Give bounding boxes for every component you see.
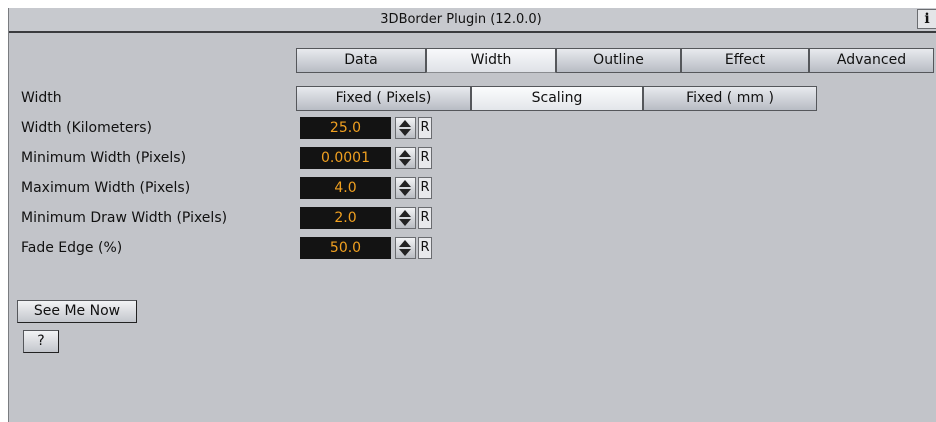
window-title: 3DBorder Plugin (12.0.0) [380,12,542,27]
fade-edge-label: Fade Edge (%) [21,240,123,256]
plugin-panel: 3DBorder Plugin (12.0.0) i Data Width Ou… [8,8,936,422]
title-bar: 3DBorder Plugin (12.0.0) i [9,8,936,33]
info-icon[interactable]: i [917,9,936,29]
width-km-field[interactable]: 25.0 [300,117,391,139]
fade-edge-spinner-arrows-icon[interactable] [395,237,416,259]
min-draw-width-reset-button[interactable]: R [418,207,432,229]
tab-advanced[interactable]: Advanced [809,48,934,73]
fade-edge-field[interactable]: 50.0 [300,237,391,259]
width-km-spinner-arrows-icon[interactable] [395,117,416,139]
help-button[interactable]: ? [23,330,59,353]
min-draw-width-spinner-arrows-icon[interactable] [395,207,416,229]
min-width-label: Minimum Width (Pixels) [21,150,187,166]
min-draw-width-field[interactable]: 2.0 [300,207,391,229]
min-width-field[interactable]: 0.0001 [300,147,391,169]
tab-data[interactable]: Data [296,48,426,73]
fixed-pixels-button[interactable]: Fixed ( Pixels) [296,86,471,111]
see-me-now-button[interactable]: See Me Now [17,300,137,323]
max-width-reset-button[interactable]: R [418,177,432,199]
max-width-field[interactable]: 4.0 [300,177,391,199]
max-width-label: Maximum Width (Pixels) [21,180,191,196]
tab-width[interactable]: Width [426,48,556,73]
tab-outline[interactable]: Outline [556,48,681,73]
tab-effect[interactable]: Effect [681,48,809,73]
max-width-spinner-arrows-icon[interactable] [395,177,416,199]
min-width-spinner-arrows-icon[interactable] [395,147,416,169]
fade-edge-reset-button[interactable]: R [418,237,432,259]
width-km-label: Width (Kilometers) [21,120,152,136]
fixed-mm-button[interactable]: Fixed ( mm ) [643,86,817,111]
scaling-button[interactable]: Scaling [471,86,643,111]
width-km-reset-button[interactable]: R [418,117,432,139]
min-width-reset-button[interactable]: R [418,147,432,169]
width-mode-label: Width [21,90,62,106]
min-draw-width-label: Minimum Draw Width (Pixels) [21,210,228,226]
